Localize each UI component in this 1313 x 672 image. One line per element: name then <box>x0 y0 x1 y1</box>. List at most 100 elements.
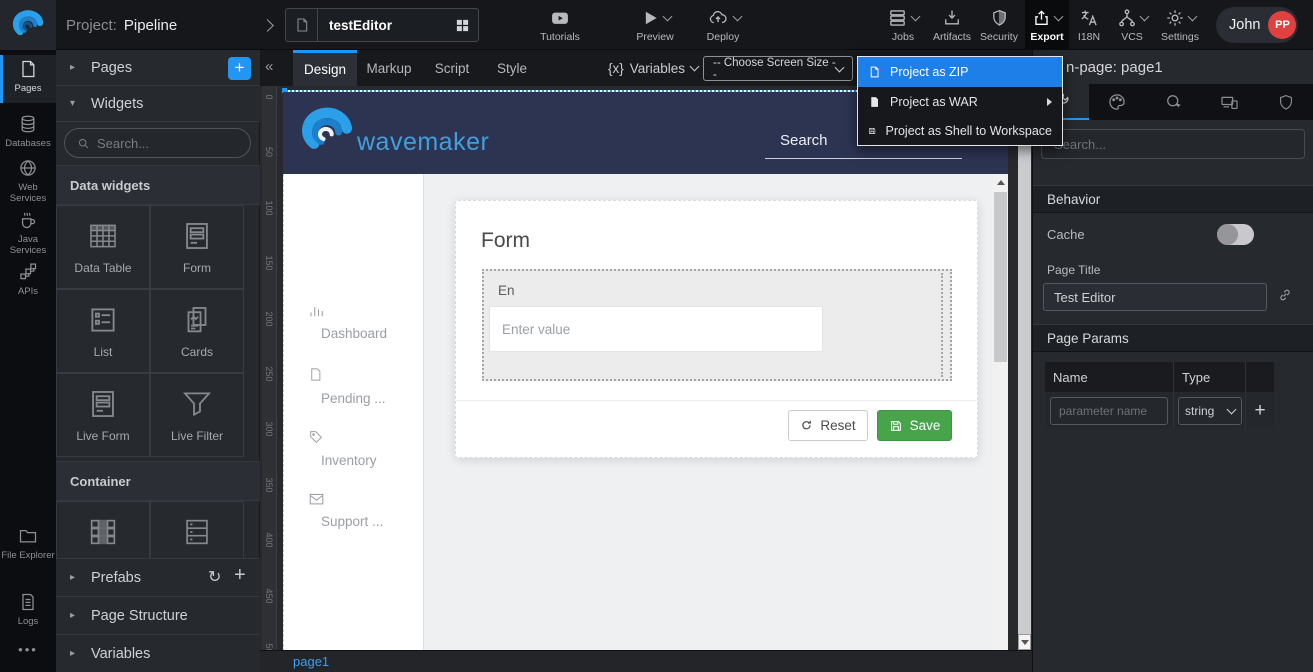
funnel-icon <box>180 387 214 421</box>
canvas-scrollbar[interactable] <box>1018 90 1031 650</box>
prefabs-section-header[interactable]: ▸ Prefabs <box>56 558 260 597</box>
preview-nav-inventory[interactable]: Inventory <box>308 429 420 468</box>
dashboard-grid-icon[interactable] <box>446 18 478 33</box>
form-widget-frame[interactable]: En <box>482 269 952 381</box>
screen-size-select[interactable]: -- Choose Screen Size -- <box>703 56 853 81</box>
tab-security[interactable] <box>1258 84 1313 120</box>
preview-nav-label: Dashboard <box>321 326 420 341</box>
group-label: Container <box>70 474 131 489</box>
wavemaker-logo[interactable] <box>0 0 56 50</box>
preview-search-underline[interactable] <box>765 158 962 159</box>
scrollbar-thumb[interactable] <box>994 192 1007 362</box>
artifacts-button[interactable]: Artifacts <box>927 0 977 50</box>
vcs-button[interactable]: VCS <box>1110 0 1154 50</box>
variables-dropdown[interactable]: {x} Variables <box>608 50 698 86</box>
tutorials-button[interactable]: Tutorials <box>532 0 588 50</box>
sidebar-item-databases[interactable]: Databases <box>0 110 56 152</box>
param-name-input[interactable] <box>1050 397 1168 425</box>
toggle-knob <box>1217 224 1238 245</box>
tab-label: Script <box>435 61 470 76</box>
preview-nav-pending[interactable]: Pending ... <box>308 366 420 406</box>
tab-label: Design <box>304 62 346 77</box>
menu-item-project-as-shell[interactable]: Project as Shell to Workspace <box>858 116 1062 145</box>
variables-section-header[interactable]: ▸ Variables <box>56 635 260 672</box>
widget-card-list[interactable]: List <box>56 289 150 373</box>
tab-devices[interactable] <box>1202 84 1258 120</box>
user-menu[interactable]: John PP <box>1216 7 1298 43</box>
tab-design[interactable]: Design <box>293 50 357 86</box>
menu-item-project-as-zip[interactable]: Project as ZIP <box>858 57 1062 87</box>
page-tab[interactable]: page1 <box>293 654 329 669</box>
editor-tab[interactable]: testEditor <box>285 8 479 42</box>
scroll-up-icon[interactable] <box>993 174 1008 190</box>
sidebar-item-pages[interactable]: Pages <box>0 55 56 103</box>
menu-item-label: Project as WAR <box>890 95 978 109</box>
menu-item-label: Project as Shell to Workspace <box>885 124 1052 138</box>
artifacts-label: Artifacts <box>933 31 971 43</box>
more-menu-icon[interactable]: ••• <box>0 642 56 657</box>
artifacts-icon <box>942 8 962 28</box>
save-button[interactable]: Save <box>877 410 952 441</box>
scroll-down-icon[interactable] <box>1018 634 1031 650</box>
widget-card-data-table[interactable]: Data Table <box>56 205 150 289</box>
settings-button[interactable]: Settings <box>1155 0 1205 50</box>
page-params-section-header[interactable]: Page Params <box>1033 324 1313 352</box>
tutorials-label: Tutorials <box>540 31 580 43</box>
chevron-down-icon <box>1139 11 1149 21</box>
deploy-button[interactable]: Deploy <box>694 0 752 50</box>
tab-markup[interactable]: Markup <box>357 50 421 86</box>
preview-label: Preview <box>636 31 673 43</box>
i18n-button[interactable]: I18N <box>1070 0 1108 50</box>
page-title-input[interactable] <box>1043 283 1267 311</box>
form-card[interactable]: Form En Reset Save <box>455 200 978 458</box>
widget-card-grid-layout[interactable]: Grid Layout <box>56 501 150 558</box>
sidebar-item-logs[interactable]: Logs <box>0 588 56 630</box>
frame-resize-strip[interactable] <box>941 273 946 377</box>
widget-card-accordion[interactable]: Accordion <box>150 501 244 558</box>
export-button[interactable]: Export <box>1025 0 1069 50</box>
tab-script[interactable]: Script <box>421 50 483 86</box>
preview-page[interactable]: wavemaker Search Dashboard Pending ... I… <box>283 90 1008 650</box>
preview-button[interactable]: Preview <box>626 0 684 50</box>
reset-button[interactable]: Reset <box>788 410 868 441</box>
param-type-select[interactable]: string <box>1178 397 1242 425</box>
widget-card-cards[interactable]: Cards <box>150 289 244 373</box>
form-field-input[interactable] <box>489 306 823 352</box>
behavior-section-header[interactable]: Behavior <box>1033 185 1313 213</box>
tab-styles[interactable] <box>1089 84 1145 120</box>
cache-toggle[interactable] <box>1217 224 1254 245</box>
widget-search-input[interactable] <box>97 136 227 151</box>
widget-card-live-form[interactable]: Live Form <box>56 373 150 457</box>
properties-search-input[interactable] <box>1041 129 1305 159</box>
jobs-button[interactable]: Jobs <box>880 0 926 50</box>
widget-card-form[interactable]: Form <box>150 205 244 289</box>
add-param-button[interactable]: + <box>1254 400 1265 422</box>
menu-item-project-as-war[interactable]: Project as WAR <box>858 87 1062 116</box>
widget-search[interactable] <box>64 128 251 158</box>
preview-scrollbar[interactable] <box>993 174 1008 652</box>
sidebar-item-web-services[interactable]: Web Services <box>0 154 56 206</box>
widget-card-live-filter[interactable]: Live Filter <box>150 373 244 457</box>
collapse-panel-icon[interactable]: « <box>265 58 273 75</box>
pages-section-label: Pages <box>91 60 132 76</box>
security-button[interactable]: Security <box>973 0 1025 50</box>
tag-icon <box>308 429 324 445</box>
preview-search-label[interactable]: Search <box>780 132 828 149</box>
sidebar-item-apis[interactable]: APIs <box>0 258 56 300</box>
tab-events[interactable] <box>1145 84 1201 120</box>
tab-style[interactable]: Style <box>483 50 541 86</box>
widgets-section-header[interactable]: ▾ Widgets <box>56 86 260 122</box>
ruler-tick: 200 <box>264 310 274 328</box>
ruler-tick: 250 <box>264 365 274 383</box>
add-page-button[interactable]: + <box>228 57 251 80</box>
page-structure-section-header[interactable]: ▸ Page Structure <box>56 597 260 635</box>
link-bind-icon[interactable] <box>1277 287 1293 303</box>
sidebar-item-file-explorer[interactable]: File Explorer <box>0 522 56 574</box>
add-prefab-icon[interactable]: + <box>234 564 246 587</box>
canvas-ruler: 050100150200250300350400450500 <box>262 86 277 672</box>
sidebar-item-java-services[interactable]: Java Services <box>0 206 56 258</box>
refresh-prefabs-icon[interactable]: ↻ <box>208 567 221 587</box>
chevron-down-icon <box>732 11 742 21</box>
preview-nav-dashboard[interactable]: Dashboard <box>308 304 420 341</box>
preview-nav-support[interactable]: Support ... <box>308 492 420 529</box>
